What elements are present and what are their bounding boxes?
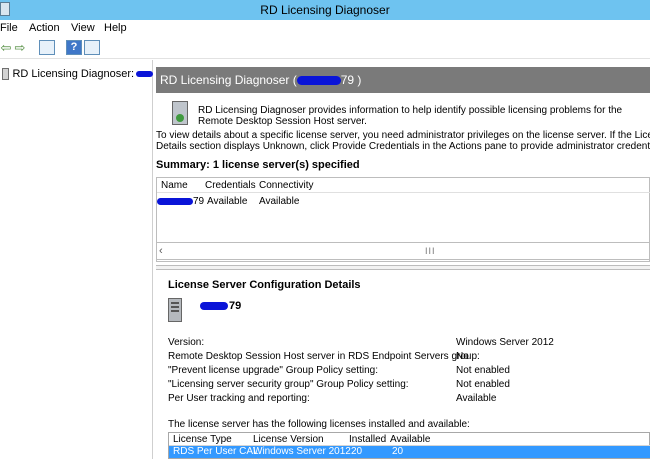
info-line-2: Details section displays Unknown, click … — [156, 141, 650, 152]
prop-value-endpoint-group: No — [456, 351, 469, 362]
prop-label-per-user-tracking: Per User tracking and reporting: — [168, 393, 310, 404]
licenses-table[interactable]: License Type License Version Installed A… — [168, 432, 650, 459]
column-header-license-type[interactable]: License Type — [173, 434, 232, 445]
summary-heading: Summary: 1 license server(s) specified — [156, 159, 360, 171]
column-header-license-version[interactable]: License Version — [253, 434, 324, 445]
page-title-suffix: 79 ) — [340, 73, 362, 87]
menu-file[interactable]: File — [0, 22, 18, 34]
page-title: RD Licensing Diagnoser ( 79 ) — [160, 73, 361, 87]
prop-label-security-group: "Licensing server security group" Group … — [168, 379, 409, 390]
page-title-prefix: RD Licensing Diagnoser ( — [160, 73, 297, 87]
server-icon — [168, 298, 182, 322]
column-header-credentials[interactable]: Credentials — [205, 180, 256, 191]
cell-installed: 20 — [351, 446, 363, 457]
redaction-mark — [157, 198, 193, 205]
menu-help[interactable]: Help — [104, 22, 127, 34]
info-line-1: To view details about a specific license… — [156, 130, 650, 141]
window-title: RD Licensing Diagnoser — [260, 3, 390, 17]
cell-name: 79 — [193, 196, 205, 207]
redaction-mark — [136, 71, 153, 77]
licenses-table-header: License Type License Version Installed A… — [169, 433, 650, 446]
forward-arrow-icon[interactable]: ⇨ — [14, 40, 26, 56]
header-band: RD Licensing Diagnoser ( 79 ) — [156, 67, 650, 93]
main-pane: RD Licensing Diagnoser ( 79 ) RD Licensin… — [156, 60, 650, 459]
column-header-connectivity[interactable]: Connectivity — [259, 180, 313, 191]
column-header-installed[interactable]: Installed — [349, 434, 386, 445]
menu-view[interactable]: View — [71, 22, 95, 34]
menu-action[interactable]: Action — [29, 22, 60, 34]
redaction-mark — [200, 302, 228, 311]
prop-value-prevent-upgrade: Not enabled — [456, 365, 510, 376]
scroll-thumb-grip[interactable]: III — [425, 246, 436, 256]
pane-splitter[interactable] — [156, 265, 650, 270]
back-arrow-icon[interactable]: ⇦ — [0, 40, 12, 56]
console-tree-icon[interactable] — [39, 40, 55, 55]
cell-license-version: Windows Server 2012 — [253, 446, 351, 457]
help-icon[interactable]: ? — [66, 40, 82, 55]
details-title: License Server Configuration Details — [168, 279, 361, 291]
tree-item-diagnoser[interactable]: RD Licensing Diagnoser: — [0, 66, 153, 82]
title-bar: RD Licensing Diagnoser — [0, 0, 650, 20]
server-name: 79 — [200, 300, 241, 312]
column-header-name[interactable]: Name — [161, 180, 188, 191]
horizontal-scrollbar[interactable]: ‹ III — [156, 242, 650, 260]
cell-available: 20 — [392, 446, 404, 457]
licenses-note: The license server has the following lic… — [168, 419, 470, 430]
prop-value-security-group: Not enabled — [456, 379, 510, 390]
column-header-available[interactable]: Available — [390, 434, 430, 445]
servers-list-header: Name Credentials Connectivity — [157, 179, 650, 193]
cell-connectivity: Available — [259, 196, 300, 207]
tree-item-label: RD Licensing Diagnoser: — [12, 68, 135, 80]
table-row[interactable]: RDS Per User CAL Windows Server 2012 20 … — [169, 446, 650, 458]
description-box: RD Licensing Diagnoser provides informat… — [164, 100, 650, 128]
redaction-mark — [296, 76, 341, 86]
diagnoser-icon — [172, 101, 188, 125]
cell-credentials: Available — [207, 196, 248, 207]
prop-label-version: Version: — [168, 337, 205, 348]
description-text: RD Licensing Diagnoser provides informat… — [198, 105, 623, 127]
prop-label-prevent-upgrade: "Prevent license upgrade" Group Policy s… — [168, 365, 378, 376]
diagnoser-icon — [2, 68, 10, 80]
info-text: To view details about a specific license… — [156, 130, 650, 152]
prop-label-endpoint-group: Remote Desktop Session Host server in RD… — [168, 351, 480, 362]
cell-license-type: RDS Per User CAL — [173, 446, 259, 457]
properties-icon[interactable] — [84, 40, 100, 55]
prop-value-version: Windows Server 2012 — [456, 337, 554, 348]
prop-value-per-user-tracking: Available — [456, 393, 497, 404]
toolbar: ⇦ ⇨ ? — [0, 37, 650, 59]
console-tree: RD Licensing Diagnoser: — [0, 60, 153, 459]
server-name-suffix: 79 — [229, 300, 242, 312]
scroll-left-icon[interactable]: ‹ — [159, 245, 163, 257]
menu-bar: File Action View Help — [0, 20, 650, 37]
